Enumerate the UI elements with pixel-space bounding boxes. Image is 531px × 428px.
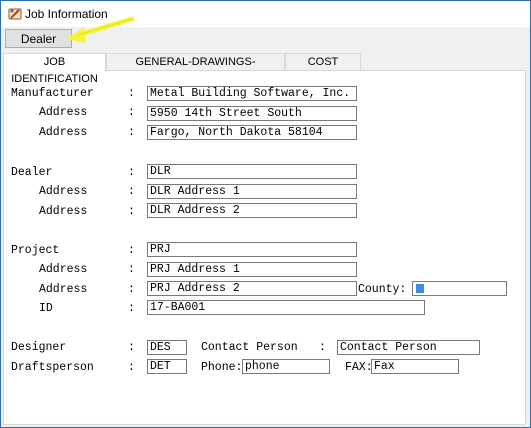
project-address1-field[interactable]: PRJ Address 1 xyxy=(147,262,357,277)
colon: : xyxy=(128,283,135,296)
text-cursor xyxy=(416,284,424,293)
tab-general-drawings-calculations[interactable]: GENERAL-DRAWINGS-CALCULATIONS xyxy=(106,53,285,85)
tab-job-identification[interactable]: JOB IDENTIFICATION xyxy=(3,53,106,85)
colon: : xyxy=(128,244,135,257)
app-icon xyxy=(8,8,22,20)
colon: : xyxy=(128,106,135,119)
phone-field[interactable]: phone xyxy=(242,359,330,374)
project-address2-label: Address xyxy=(39,283,88,296)
colon: : xyxy=(128,263,135,276)
manufacturer-address2-field[interactable]: Fargo, North Dakota 58104 xyxy=(147,125,357,140)
draftsperson-label: Draftsperson xyxy=(11,361,94,374)
designer-field[interactable]: DES xyxy=(147,340,187,355)
colon: : xyxy=(128,185,135,198)
manufacturer-field[interactable]: Metal Building Software, Inc. xyxy=(147,86,357,101)
manufacturer-address2-label: Address xyxy=(39,126,88,139)
project-field[interactable]: PRJ xyxy=(147,242,357,257)
colon: : xyxy=(128,205,135,218)
colon: : xyxy=(128,87,135,100)
tab-cost-factors[interactable]: COST FACTORS xyxy=(285,53,361,85)
dealer-address2-label: Address xyxy=(39,205,88,218)
designer-label: Designer xyxy=(11,341,67,354)
dealer-label: Dealer xyxy=(11,166,53,179)
manufacturer-address1-label: Address xyxy=(39,106,88,119)
project-label: Project xyxy=(11,244,60,257)
id-field[interactable]: 17-BA001 xyxy=(147,300,425,315)
manufacturer-address1-field[interactable]: 5950 14th Street South xyxy=(147,106,357,121)
phone-label: Phone: xyxy=(201,361,243,374)
dealer-address1-field[interactable]: DLR Address 1 xyxy=(147,184,357,199)
contact-person-label: Contact Person xyxy=(201,341,298,354)
colon: : xyxy=(128,361,135,374)
colon: : xyxy=(319,341,326,354)
colon: : xyxy=(128,302,135,315)
project-address2-field[interactable]: PRJ Address 2 xyxy=(147,281,357,296)
county-label: County: xyxy=(358,283,407,296)
colon: : xyxy=(128,126,135,139)
job-identification-panel: Manufacturer : Metal Building Software, … xyxy=(3,70,526,425)
dealer-address1-label: Address xyxy=(39,185,88,198)
colon: : xyxy=(128,341,135,354)
highlight-arrow-icon xyxy=(66,16,135,43)
county-field[interactable] xyxy=(412,281,507,296)
fax-label: FAX: xyxy=(345,361,373,374)
dealer-address2-field[interactable]: DLR Address 2 xyxy=(147,203,357,218)
colon: : xyxy=(128,166,135,179)
fax-field[interactable]: Fax xyxy=(371,359,459,374)
job-information-window: Job Information Dealer JOB IDENTIFICATIO… xyxy=(0,0,531,428)
dealer-field[interactable]: DLR xyxy=(147,164,357,179)
id-label: ID xyxy=(39,302,53,315)
contact-person-field[interactable]: Contact Person xyxy=(337,340,480,355)
project-address1-label: Address xyxy=(39,263,88,276)
manufacturer-label: Manufacturer xyxy=(11,87,94,100)
draftsperson-field[interactable]: DET xyxy=(147,359,187,374)
